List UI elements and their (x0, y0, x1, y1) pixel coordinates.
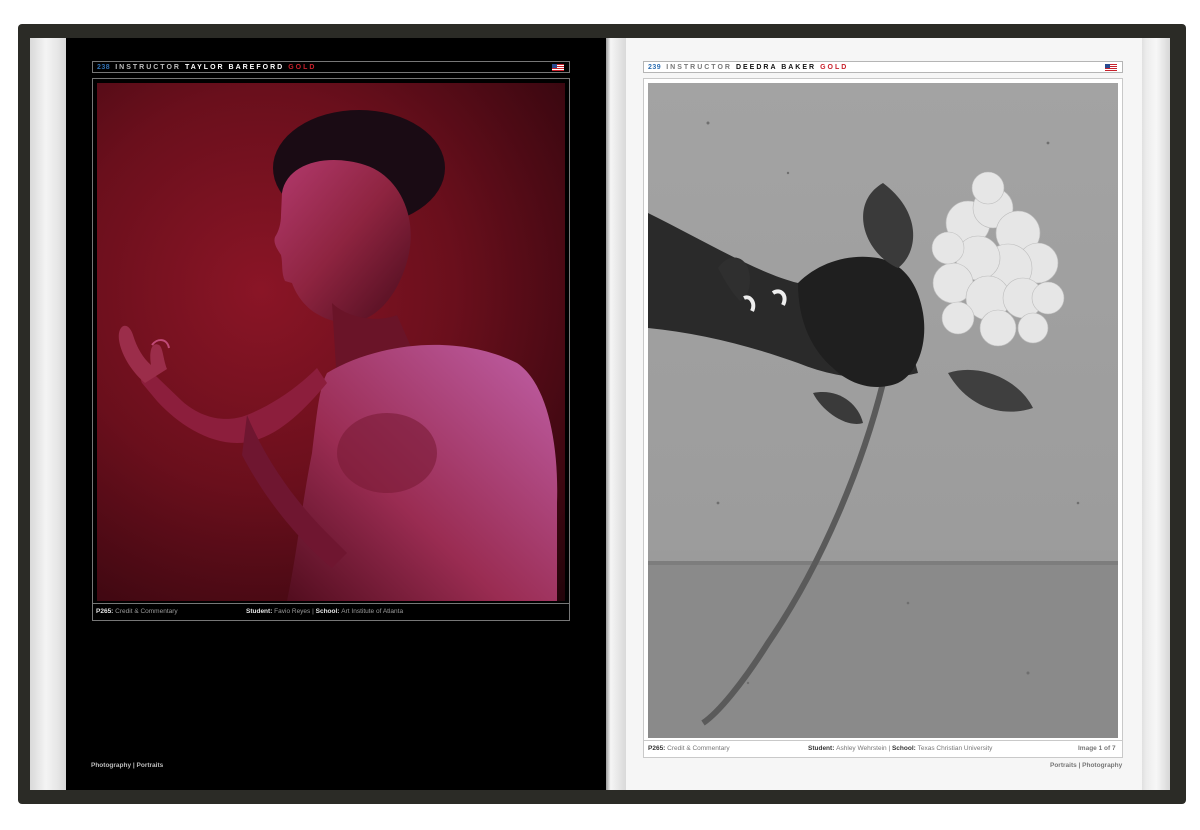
right-caption-student: Student: Ashley Wehrstein | School: Texa… (808, 745, 992, 752)
left-school-name: Art Institute of Atlanta (341, 608, 404, 615)
left-page-number: 238 (97, 63, 111, 71)
left-award-label: GOLD (288, 63, 317, 71)
right-student-label: Student: (808, 745, 835, 752)
left-instructor-role: INSTRUCTOR (115, 63, 181, 71)
us-flag-icon (552, 64, 564, 71)
left-instructor-name: TAYLOR BAREFORD (184, 63, 285, 71)
portrait-illustration (118, 110, 558, 601)
left-page-header: 238 INSTRUCTOR TAYLOR BAREFORD GOLD (92, 61, 570, 73)
right-caption-ref-text: Credit & Commentary (667, 745, 730, 752)
right-instructor-name: DEEDRA BAKER (735, 63, 817, 71)
right-page-footer: Portraits | Photography (1050, 762, 1123, 769)
us-flag-icon (1105, 64, 1117, 71)
right-instructor-role: INSTRUCTOR (666, 63, 732, 71)
right-award-label: GOLD (820, 63, 849, 71)
left-caption-separator: | (312, 608, 314, 615)
left-school-label: School: (315, 608, 340, 615)
left-caption-student: Student: Favio Reyes | School: Art Insti… (246, 608, 403, 615)
image-count: Image 1 of 7 (1078, 745, 1116, 752)
right-caption-credit: P265: Credit & Commentary (648, 745, 730, 752)
right-student-name: Ashley Wehrstein (836, 745, 887, 752)
right-page-header: 239 INSTRUCTOR DEEDRA BAKER GOLD (643, 61, 1123, 73)
left-page-footer: Photography | Portraits (91, 762, 164, 769)
left-caption-ref-text: Credit & Commentary (115, 608, 178, 615)
right-school-name: Texas Christian University (917, 745, 993, 752)
right-flower-photo (648, 83, 1118, 738)
flower-illustration (648, 121, 1118, 738)
left-portrait-photo (97, 83, 565, 601)
right-caption-separator: | (888, 745, 891, 752)
left-caption-ref: P265: (96, 608, 114, 615)
right-page-number: 239 (648, 63, 662, 71)
left-student-name: Favio Reyes (274, 608, 311, 615)
right-caption-ref: P265: (648, 745, 666, 752)
page-edges-left (30, 38, 70, 790)
right-school-label: School: (891, 745, 916, 752)
left-student-label: Student: (246, 608, 273, 615)
left-caption-credit: P265: Credit & Commentary (96, 608, 178, 615)
